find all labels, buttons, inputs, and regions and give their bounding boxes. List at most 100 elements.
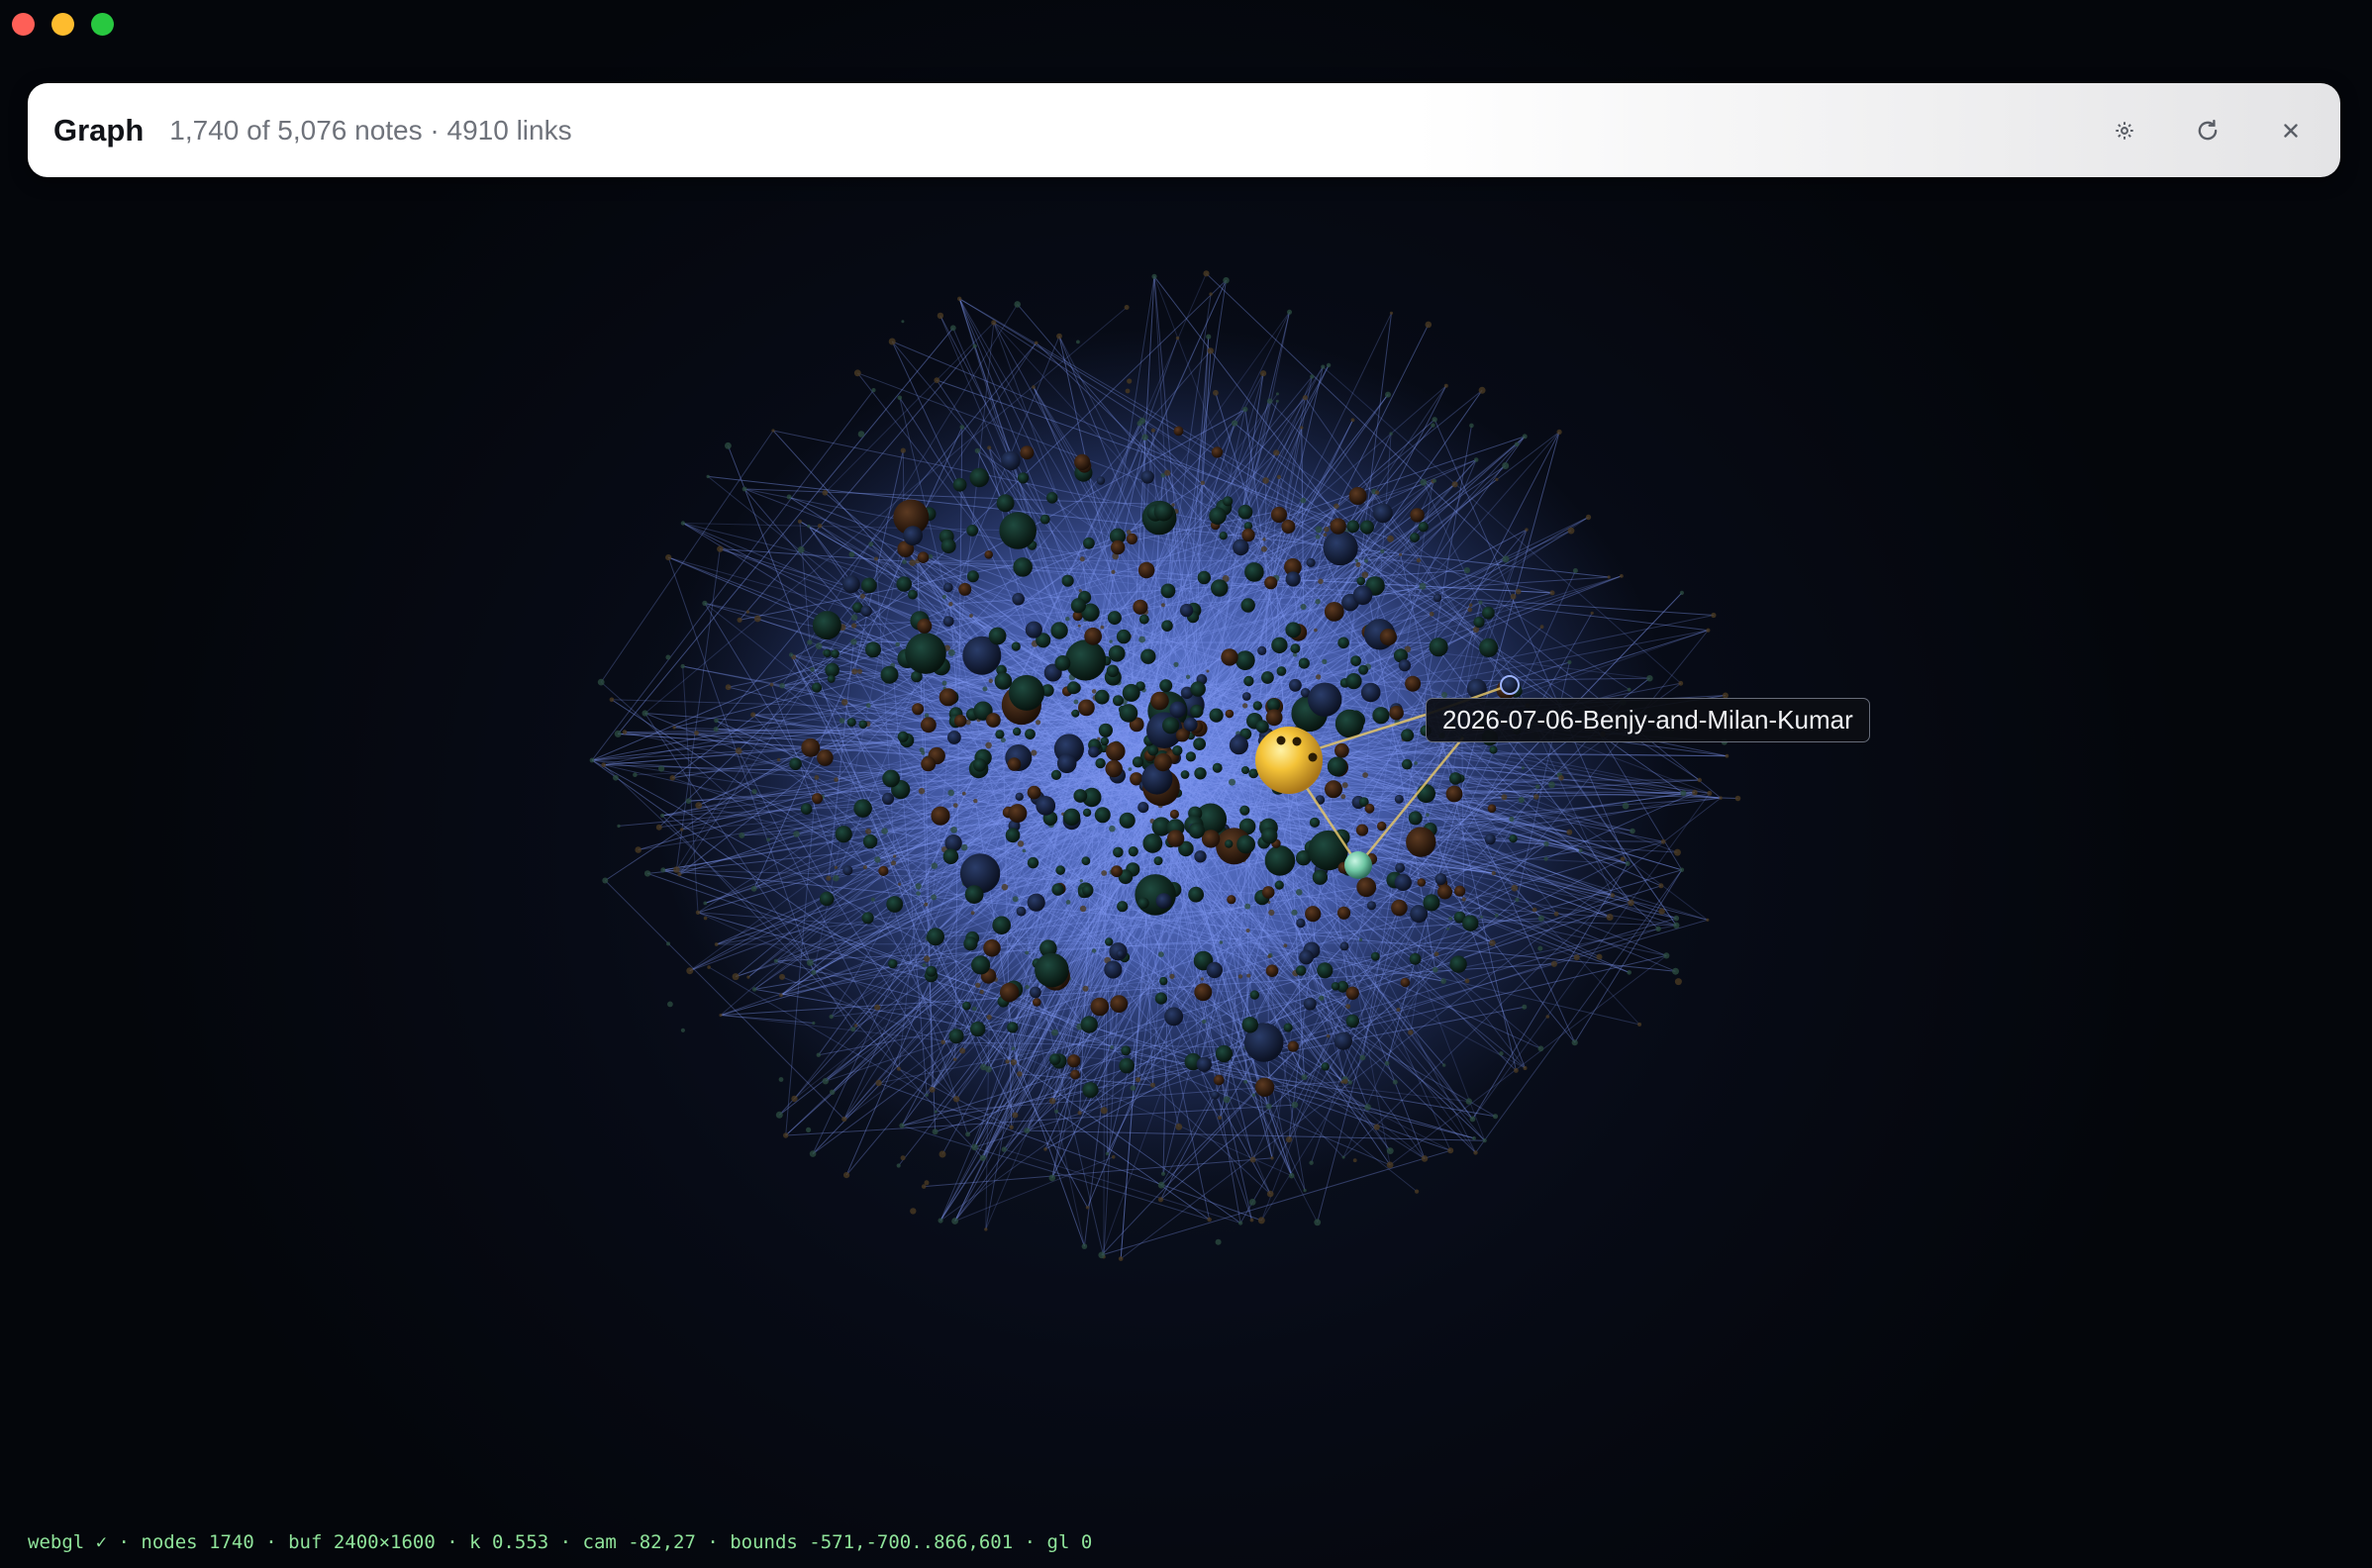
graph-node[interactable]: [1321, 364, 1326, 369]
graph-node[interactable]: [658, 765, 665, 772]
graph-node[interactable]: [773, 958, 778, 963]
graph-node[interactable]: [1509, 834, 1518, 843]
graph-node[interactable]: [1473, 616, 1485, 629]
graph-node[interactable]: [642, 710, 648, 717]
graph-node[interactable]: [1273, 449, 1280, 456]
graph-node[interactable]: [1249, 1156, 1256, 1163]
graph-node[interactable]: [1138, 636, 1145, 643]
graph-node[interactable]: [1100, 736, 1110, 746]
graph-node[interactable]: [901, 320, 905, 324]
graph-node[interactable]: [1306, 557, 1316, 568]
graph-node[interactable]: [680, 663, 685, 669]
graph-node[interactable]: [1350, 418, 1355, 423]
graph-node[interactable]: [1127, 378, 1133, 384]
graph-node[interactable]: [888, 958, 898, 969]
graph-node[interactable]: [1398, 659, 1411, 672]
graph-node[interactable]: [779, 993, 783, 998]
graph-node[interactable]: [915, 883, 922, 890]
graph-node[interactable]: [1212, 762, 1223, 773]
graph-node[interactable]: [1673, 922, 1680, 929]
graph-node[interactable]: [1394, 794, 1404, 804]
graph-node[interactable]: [1254, 1077, 1275, 1098]
graph-node[interactable]: [969, 467, 989, 488]
graph-node[interactable]: [1051, 883, 1064, 896]
graph-node[interactable]: [1673, 915, 1680, 922]
graph-node[interactable]: [1502, 555, 1510, 563]
graph-node[interactable]: [1287, 309, 1292, 315]
graph-node[interactable]: [1725, 753, 1730, 758]
graph-node[interactable]: [1000, 982, 1020, 1003]
graph-node[interactable]: [741, 486, 747, 492]
graph-node[interactable]: [680, 521, 686, 526]
graph-node[interactable]: [1429, 637, 1448, 657]
graph-node[interactable]: [1262, 477, 1269, 484]
graph-node[interactable]: [1268, 909, 1275, 917]
graph-node[interactable]: [717, 545, 724, 552]
graph-node[interactable]: [1566, 829, 1573, 835]
graph-node[interactable]: [1301, 1074, 1308, 1081]
graph-node[interactable]: [1007, 1022, 1019, 1033]
graph-node[interactable]: [714, 718, 719, 724]
graph-node[interactable]: [665, 654, 671, 660]
graph-node[interactable]: [1549, 590, 1555, 596]
graph-node[interactable]: [941, 594, 947, 600]
graph-node[interactable]: [609, 697, 615, 703]
graph-node[interactable]: [1185, 751, 1196, 762]
graph-node[interactable]: [812, 1021, 816, 1026]
graph-node[interactable]: [963, 936, 978, 951]
graph-node[interactable]: [1237, 504, 1253, 520]
graph-node[interactable]: [893, 854, 897, 858]
graph-node[interactable]: [1711, 612, 1717, 619]
graph-node[interactable]: [1190, 681, 1206, 697]
graph-node[interactable]: [1215, 1044, 1233, 1063]
graph-node[interactable]: [753, 615, 761, 623]
graph-node[interactable]: [1630, 828, 1635, 834]
graph-node[interactable]: [1545, 1015, 1550, 1019]
graph-node[interactable]: [1094, 807, 1111, 824]
neighbor-node[interactable]: [1500, 675, 1520, 695]
graph-node[interactable]: [1244, 903, 1251, 910]
graph-node[interactable]: [1128, 846, 1138, 857]
graph-node[interactable]: [1125, 388, 1131, 394]
graph-node[interactable]: [1345, 986, 1359, 1000]
graph-node[interactable]: [974, 447, 980, 453]
graph-node[interactable]: [1408, 811, 1423, 826]
graph-node[interactable]: [1265, 964, 1279, 977]
graph-node[interactable]: [1202, 1019, 1207, 1025]
graph-node[interactable]: [1260, 370, 1267, 377]
graph-node[interactable]: [972, 343, 977, 348]
graph-node[interactable]: [851, 668, 858, 675]
graph-node[interactable]: [1315, 526, 1323, 534]
graph-node[interactable]: [817, 749, 834, 766]
graph-node[interactable]: [1463, 567, 1470, 574]
graph-node[interactable]: [1257, 645, 1267, 656]
neighbor-node[interactable]: [1344, 851, 1372, 879]
graph-node[interactable]: [1372, 707, 1390, 725]
graph-node[interactable]: [1104, 960, 1123, 979]
graph-node[interactable]: [897, 395, 903, 401]
graph-node[interactable]: [1119, 812, 1136, 829]
graph-node[interactable]: [853, 799, 872, 818]
graph-node[interactable]: [1336, 906, 1351, 920]
graph-node[interactable]: [1296, 889, 1303, 896]
graph-node[interactable]: [797, 545, 805, 553]
graph-node[interactable]: [812, 611, 841, 640]
graph-node[interactable]: [1706, 918, 1710, 922]
graph-node[interactable]: [937, 312, 944, 320]
graph-node[interactable]: [1016, 906, 1027, 917]
graph-node[interactable]: [1270, 506, 1288, 524]
graph-node[interactable]: [973, 758, 987, 772]
graph-node[interactable]: [1055, 865, 1065, 875]
graph-node[interactable]: [1446, 927, 1450, 931]
graph-node[interactable]: [1590, 611, 1594, 615]
graph-node[interactable]: [1151, 273, 1157, 279]
graph-node[interactable]: [1389, 311, 1394, 315]
graph-node[interactable]: [1124, 305, 1130, 310]
graph-node[interactable]: [917, 551, 930, 563]
graph-node[interactable]: [1314, 628, 1318, 633]
graph-node[interactable]: [1679, 867, 1685, 873]
graph-node[interactable]: [1140, 648, 1156, 664]
graph-node[interactable]: [939, 688, 957, 707]
graph-node[interactable]: [732, 973, 740, 981]
graph-node[interactable]: [1326, 1033, 1331, 1038]
